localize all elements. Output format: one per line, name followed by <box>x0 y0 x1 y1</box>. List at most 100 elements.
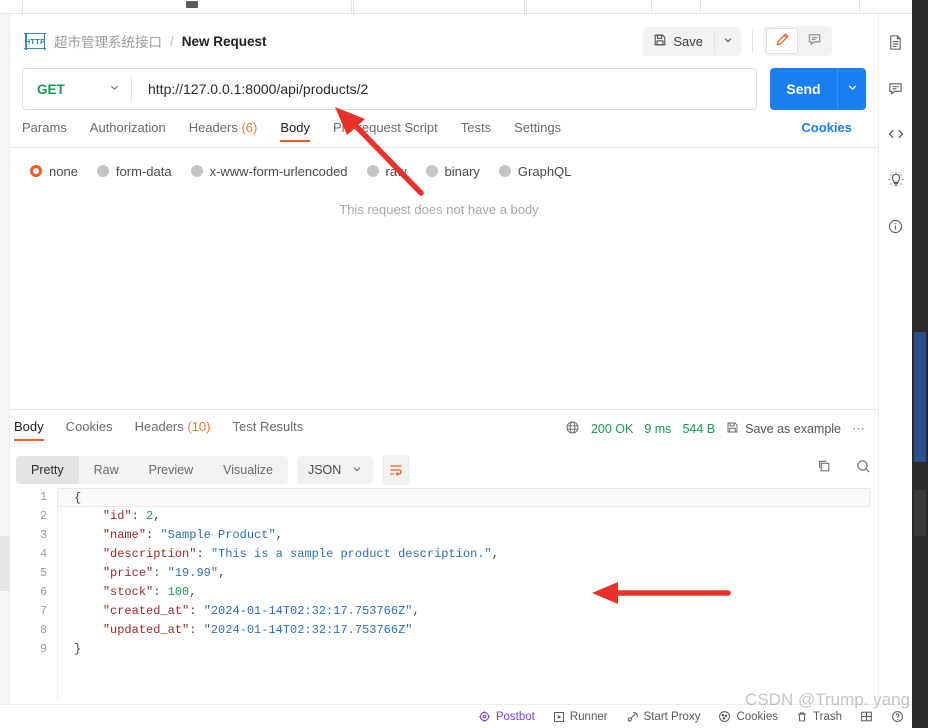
body-type-binary[interactable]: binary <box>425 164 480 179</box>
status-bar-label: Postbot <box>495 710 535 723</box>
body-type-label: raw <box>385 163 407 179</box>
response-more-options[interactable]: ⋯ <box>852 421 866 437</box>
response-tab-body[interactable]: Body <box>14 419 44 441</box>
chevron-down-icon <box>109 82 120 96</box>
body-type-GraphQL[interactable]: GraphQL <box>498 163 572 179</box>
token-punc: , <box>153 509 161 523</box>
tab-headers[interactable]: Headers (6) <box>189 120 258 142</box>
postbot-icon <box>478 710 491 723</box>
status-bar-start-proxy[interactable]: Start Proxy <box>626 710 700 723</box>
token-key: "name" <box>102 528 147 542</box>
tab-strip-segment[interactable] <box>526 0 652 13</box>
empty-body-message: This request does not have a body <box>339 202 539 217</box>
response-splitter[interactable] <box>10 409 878 410</box>
response-body-viewer[interactable]: 1 2 3 4 5 6 7 8 9 { "id": 2, "name": "Sample Pro… <box>10 488 878 700</box>
left-rail-scrollbar-thumb[interactable] <box>0 536 9 591</box>
copy-icon[interactable] <box>816 458 833 480</box>
token-punc: : <box>189 623 204 637</box>
body-type-x-www-form-urlencoded[interactable]: x-www-form-urlencoded <box>190 164 348 179</box>
body-type-label: GraphQL <box>517 163 572 179</box>
right-sidebar <box>878 14 912 714</box>
tab-strip-segment[interactable] <box>353 0 525 13</box>
background-scrollbar-thumb-secondary[interactable] <box>914 490 926 536</box>
response-tabs: Body Cookies Headers (10) Test Results <box>14 419 303 441</box>
url-input[interactable]: http://127.0.0.1:8000/api/products/2 <box>132 81 756 97</box>
tab-label: Body <box>280 120 310 135</box>
token-punc: : <box>146 528 161 542</box>
status-bar-label: Trash <box>813 710 842 723</box>
save-options-button[interactable] <box>714 28 741 54</box>
body-type-raw[interactable]: raw <box>366 163 407 179</box>
radio-icon <box>96 165 109 177</box>
tab-settings[interactable]: Settings <box>514 120 561 142</box>
code-line: "price": "19.99", <box>58 564 878 583</box>
save-as-example-button[interactable]: Save as example <box>726 421 841 437</box>
code-line: "stock": 100, <box>58 583 878 602</box>
token-key: "updated_at" <box>102 623 190 637</box>
response-json-content[interactable]: { "id": 2, "name": "Sample Product", "de… <box>58 488 878 700</box>
response-tab-cookies[interactable]: Cookies <box>66 419 113 441</box>
tab-label: Params <box>22 120 67 135</box>
view-mode-visualize[interactable]: Visualize <box>208 456 288 484</box>
cookies-link[interactable]: Cookies <box>801 120 852 135</box>
postbot-lightbulb-icon[interactable] <box>884 168 908 192</box>
chevron-down-icon[interactable] <box>838 82 866 96</box>
tab-label: Headers <box>188 120 238 135</box>
token-str: "2024-01-14T02:32:17.753766Z" <box>203 623 413 637</box>
token-brace: { <box>74 491 82 505</box>
body-type-form-data[interactable]: form-data <box>96 163 172 179</box>
help-circle-icon[interactable] <box>891 710 904 723</box>
documentation-icon[interactable] <box>884 30 908 54</box>
status-bar-cookies[interactable]: Cookies <box>718 710 778 723</box>
body-type-label: form-data <box>115 163 172 179</box>
tab-body[interactable]: Body <box>280 120 310 142</box>
view-mode-pretty[interactable]: Pretty <box>16 456 79 484</box>
code-snippet-icon[interactable] <box>884 122 908 146</box>
tab-strip-segment[interactable] <box>700 0 860 13</box>
runner-icon <box>553 711 565 723</box>
tab-tests[interactable]: Tests <box>461 120 491 142</box>
request-tabs: Params Authorization Headers (6) Body Pre-re… <box>22 120 866 147</box>
two-pane-layout-icon[interactable] <box>860 710 873 723</box>
background-scrollbar-thumb[interactable] <box>914 332 926 462</box>
body-type-none[interactable]: none <box>30 164 78 179</box>
word-wrap-icon[interactable] <box>382 455 411 485</box>
tab-label: Pre-request Script <box>332 120 438 135</box>
response-tab-headers[interactable]: Headers (10) <box>135 419 211 441</box>
edit-mode-button[interactable] <box>766 28 798 54</box>
save-button[interactable]: Save <box>643 26 714 56</box>
code-line: } <box>58 640 878 659</box>
breadcrumb-collection[interactable]: 超市管理系统接口 <box>54 31 162 51</box>
status-bar-trash[interactable]: Trash <box>796 711 842 723</box>
tab-label: Tests <box>460 120 492 135</box>
response-tab-test-results[interactable]: Test Results <box>232 419 303 441</box>
response-format-select[interactable]: JSON <box>296 456 374 484</box>
response-time: 9 ms <box>644 422 672 436</box>
line-number: 7 <box>40 605 47 618</box>
info-icon[interactable] <box>884 214 908 238</box>
tab-pre-request-script[interactable]: Pre-request Script <box>333 120 438 142</box>
line-number: 9 <box>40 643 47 656</box>
send-button[interactable]: Send <box>770 68 866 110</box>
header-actions: Save <box>643 26 832 56</box>
search-icon[interactable] <box>855 458 872 480</box>
body-type-label: none <box>49 163 78 179</box>
status-bar-label: Cookies <box>736 710 779 723</box>
token-brace: } <box>74 642 82 656</box>
tab-count: (6) <box>237 120 258 135</box>
status-bar-runner[interactable]: Runner <box>553 711 608 723</box>
view-mode-preview[interactable]: Preview <box>134 456 208 484</box>
tab-authorization[interactable]: Authorization <box>90 120 166 142</box>
token-key: "price" <box>102 566 154 580</box>
code-line: { <box>58 488 870 507</box>
http-method-select[interactable]: GET <box>23 69 131 109</box>
tab-params[interactable]: Params <box>22 120 67 142</box>
comments-icon[interactable] <box>884 76 908 100</box>
divider <box>752 29 753 53</box>
response-size: 544 B <box>682 422 716 436</box>
status-bar-postbot[interactable]: Postbot <box>478 710 535 723</box>
line-number: 5 <box>40 567 47 580</box>
view-mode-raw[interactable]: Raw <box>79 456 134 484</box>
line-number: 4 <box>40 548 47 561</box>
comment-mode-button[interactable] <box>798 28 830 54</box>
